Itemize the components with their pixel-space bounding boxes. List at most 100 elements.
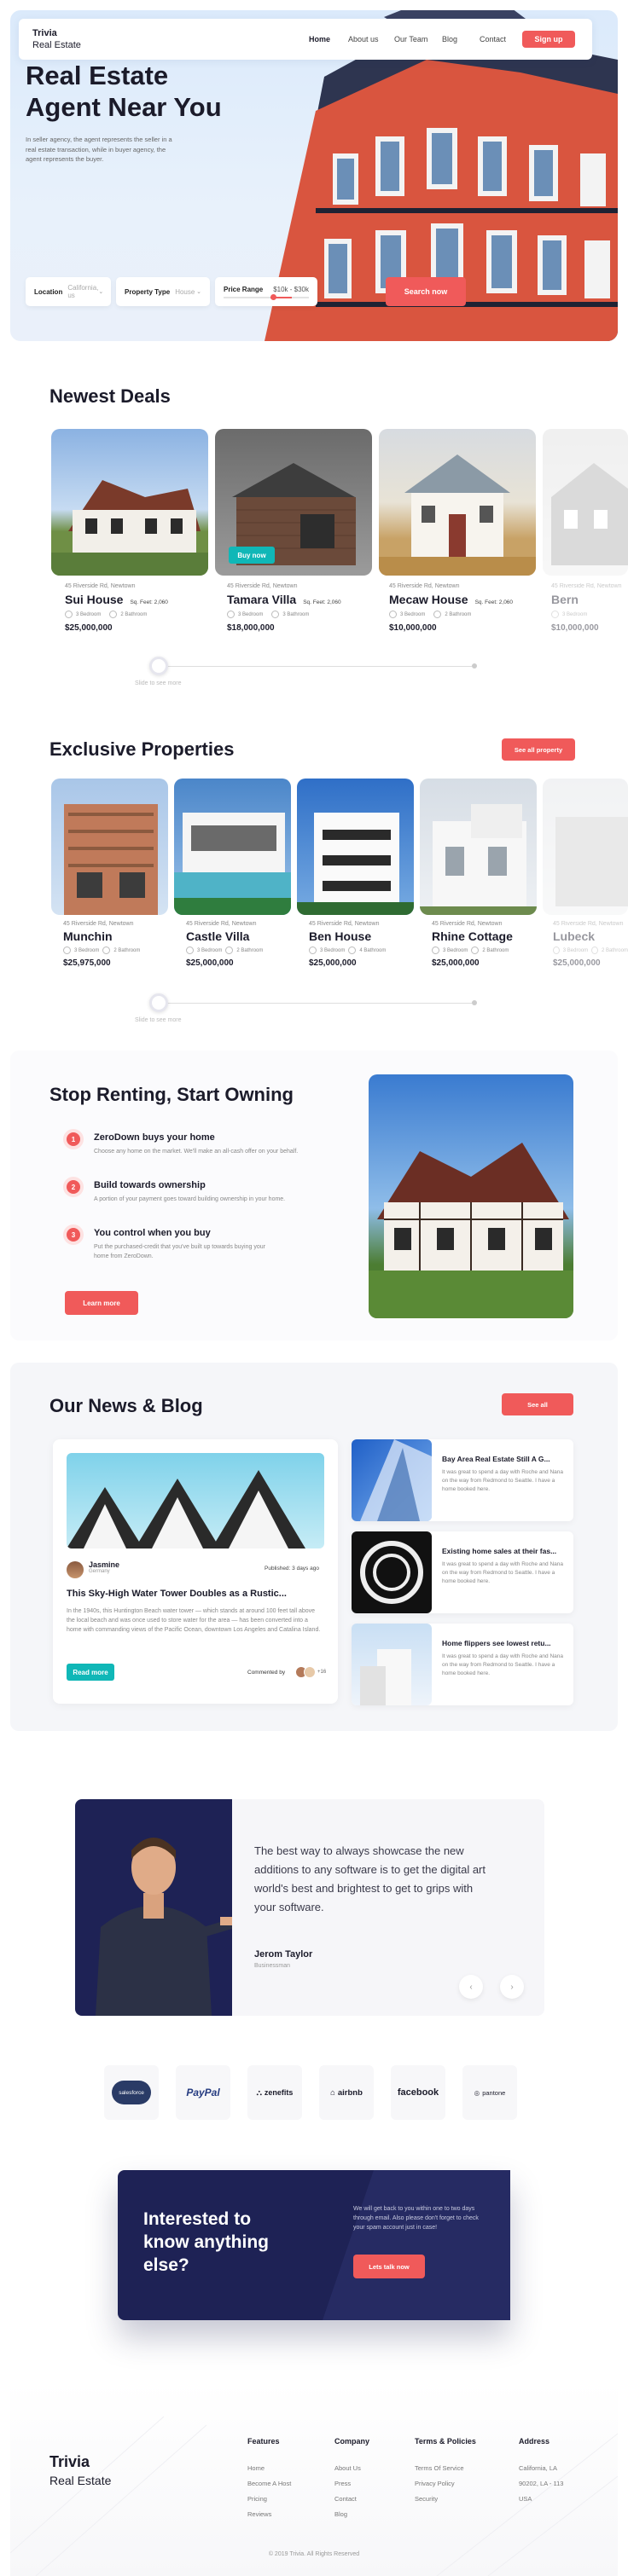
read-more-button[interactable]: Read more [67, 1664, 114, 1681]
signup-button[interactable]: Sign up [522, 31, 575, 48]
property-image[interactable] [297, 779, 414, 915]
cta-text: We will get back to you within one to tw… [353, 2206, 479, 2231]
deal-card[interactable]: 45 Riverside Rd, Newtown Bern 3 Bedroom … [551, 583, 628, 633]
carousel-end-dot [472, 663, 477, 669]
logo-facebook[interactable]: facebook [391, 2065, 445, 2120]
card-meta: 3 Bedroom 3 Bathroom [227, 611, 372, 618]
property-image[interactable] [51, 779, 168, 915]
logo-salesforce[interactable]: salesforce [104, 2065, 159, 2120]
brand-logo[interactable]: Trivia Real Estate [32, 27, 81, 51]
footer-column-terms: Terms & Policies Terms Of Service Privac… [415, 2437, 476, 2503]
footer-link[interactable]: Contact [334, 2495, 369, 2503]
nav-team[interactable]: Our Team [394, 35, 427, 43]
price-range-field[interactable]: Price Range $10k - $30k [215, 277, 317, 306]
card-address: 45 Riverside Rd, Newtown [227, 583, 298, 589]
card-meta: 3 Bedroom 2 Bathroom [553, 946, 628, 954]
card-price: $25,000,000 [186, 958, 234, 968]
price-range-slider[interactable] [224, 293, 309, 300]
deal-card-image[interactable] [51, 429, 208, 576]
side-post-image [352, 1531, 432, 1613]
card-bedrooms: 3 Bedroom [562, 611, 588, 617]
footer-link[interactable]: About Us [334, 2464, 369, 2472]
logo-zenefits[interactable]: ⛬ zenefits [247, 2065, 302, 2120]
side-post-title: Bay Area Real Estate Still A G... [442, 1455, 550, 1463]
card-bedrooms: 3 Bedroom [400, 611, 426, 617]
location-field[interactable]: Location California, us ⌄ [26, 277, 111, 306]
blog-side-card[interactable]: Existing home sales at their fas... It w… [352, 1531, 573, 1613]
nav-about[interactable]: About us [348, 35, 379, 43]
property-image[interactable] [543, 779, 628, 915]
card-bathrooms: 2 Bathroom [482, 947, 509, 953]
logo-paypal[interactable]: PayPal [176, 2065, 230, 2120]
property-card[interactable]: 45 Riverside Rd, Newtown Castle Villa 3 … [186, 921, 297, 968]
card-name: Castle Villa [186, 929, 250, 943]
nav-contact[interactable]: Contact [480, 35, 506, 43]
card-address: 45 Riverside Rd, Newtown [309, 921, 380, 927]
owning-house-image [369, 1074, 573, 1318]
blog-side-card[interactable]: Home flippers see lowest retu... It was … [352, 1624, 573, 1705]
property-card[interactable]: 45 Riverside Rd, Newtown Munchin 3 Bedro… [63, 921, 174, 968]
nav-blog[interactable]: Blog [442, 35, 457, 43]
footer-link[interactable]: Security [415, 2495, 476, 2503]
footer-col-title: Terms & Policies [415, 2437, 476, 2446]
footer-col-title: Address [519, 2437, 550, 2446]
property-card[interactable]: 45 Riverside Rd, Newtown Rhine Cottage 3… [432, 921, 543, 968]
see-all-blog-button[interactable]: See all [502, 1393, 573, 1415]
deal-card-image[interactable] [543, 429, 628, 576]
slider-handle[interactable] [270, 293, 276, 300]
footer-link[interactable]: Pricing [247, 2495, 291, 2503]
featured-post-headline[interactable]: This Sky-High Water Tower Doubles as a R… [67, 1589, 331, 1599]
prev-arrow-icon[interactable]: ‹ [459, 1975, 483, 1999]
hero-title-line1: Real Estate [26, 61, 169, 90]
blog-side-card[interactable]: Bay Area Real Estate Still A G... It was… [352, 1439, 573, 1521]
card-bedrooms: 3 Bedroom [443, 947, 468, 953]
carousel-knob[interactable] [149, 993, 168, 1012]
featured-post-card[interactable]: Jasmine Germany Published: 3 days ago Th… [53, 1439, 338, 1704]
card-bathrooms: 2 Bathroom [601, 947, 628, 953]
nav-home[interactable]: Home [309, 35, 330, 43]
footer-link[interactable]: Become A Host [247, 2480, 291, 2487]
card-bathrooms: 2 Bathroom [236, 947, 264, 953]
newest-deals-title: Newest Deals [49, 385, 171, 407]
step-item: 3 You control when you buy Put the purch… [67, 1228, 282, 1261]
carousel-track[interactable] [159, 666, 474, 667]
house-illustration [174, 813, 291, 915]
footer-link[interactable]: Privacy Policy [415, 2480, 476, 2487]
property-image[interactable] [174, 779, 291, 915]
footer-link[interactable]: Reviews [247, 2510, 291, 2518]
next-arrow-icon[interactable]: › [500, 1975, 524, 1999]
deal-card-image[interactable]: Buy now [215, 429, 372, 576]
learn-more-button[interactable]: Learn more [65, 1291, 138, 1315]
side-post-title: Existing home sales at their fas... [442, 1547, 557, 1555]
search-button[interactable]: Search now [386, 277, 466, 306]
property-card[interactable]: 45 Riverside Rd, Newtown Ben House 3 Bed… [309, 921, 420, 968]
deal-card[interactable]: 45 Riverside Rd, Newtown Sui House Sq. F… [65, 583, 210, 633]
footer-link[interactable]: Press [334, 2480, 369, 2487]
footer-link[interactable]: Terms Of Service [415, 2464, 476, 2472]
cta-card: Interested to know anything else? We wil… [118, 2170, 510, 2320]
card-address: 45 Riverside Rd, Newtown [551, 583, 622, 589]
card-price: $10,000,000 [551, 623, 599, 633]
card-name: Sui House [65, 593, 124, 606]
buy-now-button[interactable]: Buy now [229, 547, 275, 564]
location-label: Location [34, 287, 63, 296]
carousel-track[interactable] [159, 1003, 474, 1004]
carousel-knob[interactable] [149, 657, 168, 675]
house-illustration [379, 454, 536, 576]
footer-link[interactable]: Blog [334, 2510, 369, 2518]
logo-pantone[interactable]: ◎ pantone [462, 2065, 517, 2120]
footer-link[interactable]: Home [247, 2464, 291, 2472]
deal-card[interactable]: 45 Riverside Rd, Newtown Mecaw House Sq.… [389, 583, 534, 633]
property-card[interactable]: 45 Riverside Rd, Newtown Lubeck 3 Bedroo… [553, 921, 628, 968]
property-image[interactable] [420, 779, 537, 915]
footer-brand[interactable]: Trivia Real Estate [49, 2452, 111, 2490]
property-type-field[interactable]: Property Type House ⌄ [116, 277, 210, 306]
comment-count: +16 [317, 1670, 327, 1675]
deal-card[interactable]: 45 Riverside Rd, Newtown Tamara Villa Sq… [227, 583, 372, 633]
lets-talk-button[interactable]: Lets talk now [353, 2255, 425, 2278]
building-illustration [360, 1439, 432, 1521]
see-all-property-button[interactable]: See all property [502, 738, 575, 761]
bath-icon [471, 946, 480, 954]
deal-card-image[interactable] [379, 429, 536, 576]
logo-airbnb[interactable]: ⌂ airbnb [319, 2065, 374, 2120]
